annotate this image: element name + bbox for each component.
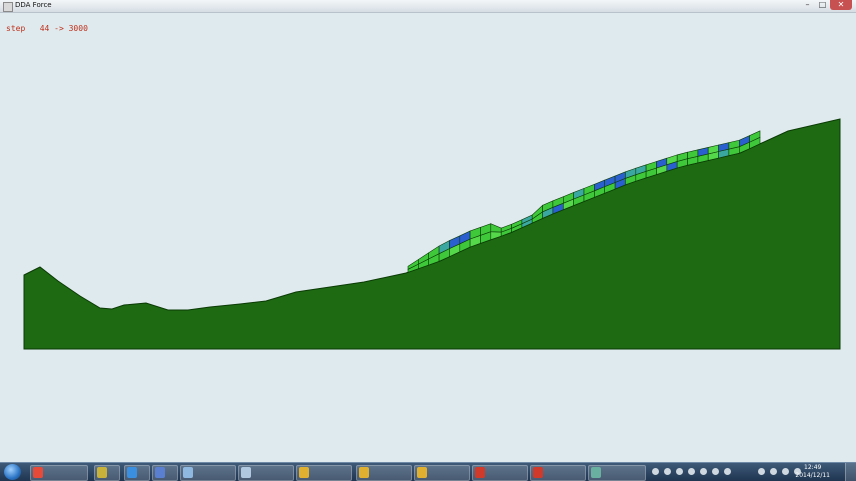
app-icon-2 <box>127 467 137 478</box>
folder-icon-2 <box>359 467 369 478</box>
pdf-icon-2 <box>533 467 543 478</box>
folder-icon-1 <box>299 467 309 478</box>
minimize-button[interactable]: – <box>800 0 815 10</box>
block-element <box>490 223 502 233</box>
window-icon <box>591 467 601 478</box>
clock[interactable]: 12:49 2014/12/11 <box>795 464 830 480</box>
app-icon-1 <box>97 467 107 478</box>
taskbar-button-pdf-icon-2[interactable] <box>530 465 586 481</box>
pdf-icon-1 <box>475 467 485 478</box>
tray-icon-2[interactable] <box>664 468 671 475</box>
app-icon-4 <box>183 467 193 478</box>
app-icon-3 <box>155 467 165 478</box>
taskbar-button-window-icon[interactable] <box>588 465 646 481</box>
slope-view <box>23 118 841 350</box>
taskbar-button-app-icon-2[interactable] <box>124 465 150 481</box>
show-desktop-button[interactable] <box>845 463 856 481</box>
taskbar-button-folder-icon-3[interactable] <box>414 465 470 481</box>
taskbar-button-app-icon-3[interactable] <box>152 465 178 481</box>
windows-orb-icon[interactable] <box>4 464 21 480</box>
system-tray: 12:49 2014/12/11 <box>646 463 856 481</box>
close-button[interactable]: ✕ <box>830 0 852 10</box>
tray-icon-6[interactable] <box>712 468 719 475</box>
tray-icon-5[interactable] <box>700 468 707 475</box>
chrome-icon <box>33 467 43 478</box>
clock-time: 12:49 <box>804 464 822 471</box>
window-controls: – □ ✕ <box>800 0 852 10</box>
taskbar-button-app-icon-1[interactable] <box>94 465 120 481</box>
tray-icon-3[interactable] <box>676 468 683 475</box>
explorer-icon <box>241 467 251 478</box>
taskbar-button-folder-icon-2[interactable] <box>356 465 412 481</box>
taskbar-button-explorer-icon[interactable] <box>238 465 294 481</box>
tray-icon-1[interactable] <box>652 468 659 475</box>
clock-date: 2014/12/11 <box>795 472 830 479</box>
maximize-button[interactable]: □ <box>815 0 830 10</box>
taskbar-button-app-icon-4[interactable] <box>180 465 236 481</box>
volume-icon[interactable] <box>782 468 789 475</box>
folder-icon-3 <box>417 467 427 478</box>
window-title-bar[interactable]: DDA Force – □ ✕ <box>0 0 856 13</box>
window-title: DDA Force <box>15 1 52 9</box>
app-icon <box>3 2 13 12</box>
taskbar-button-folder-icon-1[interactable] <box>296 465 352 481</box>
taskbar-button-pdf-icon-1[interactable] <box>472 465 528 481</box>
tray-icon-4[interactable] <box>688 468 695 475</box>
tray-icon-7[interactable] <box>724 468 731 475</box>
tray-icon-9[interactable] <box>770 468 777 475</box>
taskbar: 12:49 2014/12/11 <box>0 462 856 481</box>
tray-icon-8[interactable] <box>758 468 765 475</box>
taskbar-button-chrome-icon[interactable] <box>30 465 88 481</box>
simulation-canvas: step 44 -> 3000 <box>0 13 856 463</box>
